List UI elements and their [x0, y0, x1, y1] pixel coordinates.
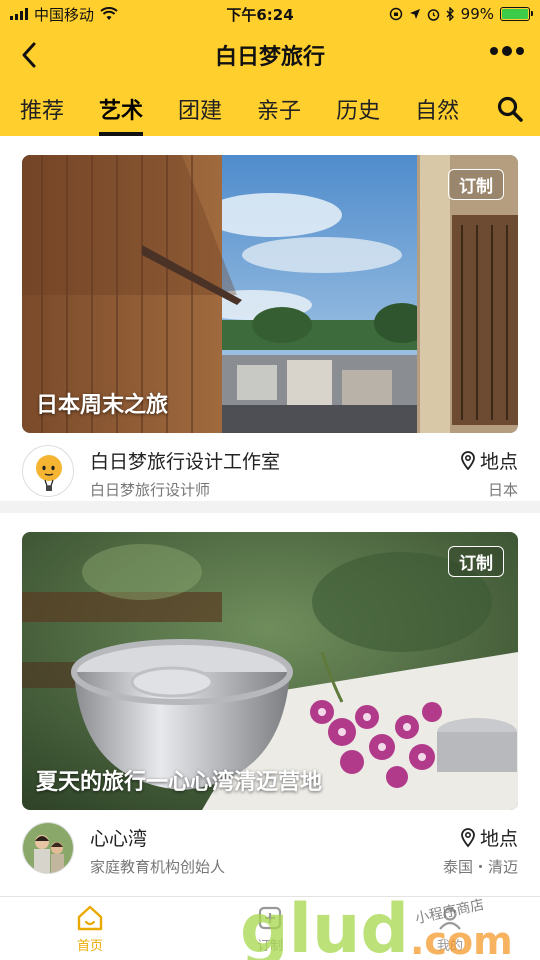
location-label: 地点	[460, 824, 518, 851]
tab-team[interactable]: 团建	[178, 82, 222, 136]
more-menu-button[interactable]	[490, 46, 524, 56]
tabbar-profile[interactable]: 我的	[360, 897, 540, 960]
location-label: 地点	[460, 447, 518, 474]
avatar[interactable]	[22, 445, 74, 497]
trip-title: 日本周末之旅	[36, 393, 169, 418]
tabbar-label: 我的	[436, 939, 463, 954]
signal-icon	[10, 8, 28, 20]
custom-badge: 订制	[448, 546, 504, 577]
back-button[interactable]	[12, 36, 46, 74]
trip-list: 订制 日本周末之旅 白日梦旅行设计工作室 白日梦旅行设计师 地点 日本 订制 夏…	[0, 136, 540, 896]
location-pin-icon	[461, 450, 475, 470]
clock: 下午6:24	[226, 5, 294, 24]
wifi-icon	[100, 7, 118, 20]
avatar[interactable]	[22, 822, 74, 874]
home-icon	[77, 905, 103, 931]
location-pin-icon	[461, 827, 475, 847]
category-tabs: 推荐 艺术 团建 亲子 历史 自然	[0, 82, 540, 136]
trip-photo[interactable]: 订制 夏天的旅行一心心湾清迈营地	[22, 532, 518, 810]
tab-art[interactable]: 艺术	[99, 82, 144, 136]
trip-card[interactable]: 订制 夏天的旅行一心心湾清迈营地 心心湾 家庭教育机构创始人 地点 泰国・清迈	[0, 513, 540, 896]
search-button[interactable]	[496, 95, 526, 125]
tab-recommend[interactable]: 推荐	[20, 82, 64, 136]
author-name: 心心湾	[90, 828, 148, 850]
tab-nature[interactable]: 自然	[415, 82, 459, 136]
tabbar-home[interactable]: 首页	[0, 897, 180, 960]
battery-percent: 99%	[460, 5, 494, 23]
chevron-left-icon	[22, 42, 36, 68]
custom-badge: 订制	[448, 169, 504, 200]
trip-photo[interactable]: 订制 日本周末之旅	[22, 155, 518, 433]
nav-bar: 白日梦旅行	[0, 28, 540, 82]
balloon-mascot-icon	[36, 455, 62, 491]
status-bar: 中国移动 下午6:24 99%	[0, 0, 540, 28]
location-heading: 地点	[479, 828, 518, 850]
author-role: 家庭教育机构创始人	[90, 858, 226, 876]
location-heading: 地点	[479, 451, 518, 473]
location-arrow-icon	[409, 9, 420, 19]
tabbar-label: 首页	[76, 939, 103, 954]
location-value: 泰国・清迈	[442, 858, 518, 876]
more-dot-icon	[490, 47, 498, 55]
profile-icon	[439, 907, 461, 930]
tab-history[interactable]: 历史	[336, 82, 380, 136]
tabbar-label: 订制	[256, 939, 283, 954]
page-title: 白日梦旅行	[214, 45, 325, 70]
carrier-label: 中国移动	[34, 5, 95, 24]
more-dot-icon	[502, 46, 512, 56]
orientation-lock-icon	[389, 7, 402, 21]
more-dot-icon	[516, 47, 524, 55]
trip-meta: 心心湾 家庭教育机构创始人 地点 泰国・清迈	[0, 810, 540, 890]
search-icon	[497, 96, 523, 122]
battery-icon	[500, 7, 533, 21]
bottom-tab-bar: 首页 订制 我的	[0, 896, 540, 960]
tabbar-custom[interactable]: 订制	[180, 897, 360, 960]
location-value: 日本	[487, 481, 518, 499]
tab-family[interactable]: 亲子	[257, 82, 301, 136]
author-role: 白日梦旅行设计师	[90, 481, 211, 499]
bluetooth-icon	[446, 7, 454, 21]
family-photo-avatar	[23, 823, 73, 873]
trip-meta: 白日梦旅行设计工作室 白日梦旅行设计师 地点 日本	[0, 433, 540, 513]
author-name: 白日梦旅行设计工作室	[90, 451, 281, 473]
custom-icon	[258, 906, 282, 930]
trip-card[interactable]: 订制 日本周末之旅 白日梦旅行设计工作室 白日梦旅行设计师 地点 日本	[0, 136, 540, 501]
trip-title: 夏天的旅行一心心湾清迈营地	[36, 770, 323, 795]
alarm-icon	[427, 8, 439, 21]
